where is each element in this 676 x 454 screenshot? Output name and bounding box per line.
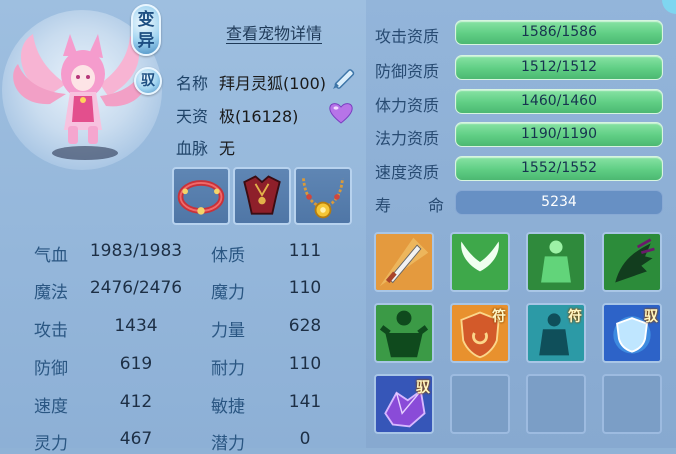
dark-claw-skill-icon <box>604 234 660 290</box>
skill-badge-talisman: 符 <box>492 309 506 325</box>
stat-value-spirit: 467 <box>119 429 153 449</box>
equipment-slot-necklace[interactable] <box>294 167 352 225</box>
stat-label-attack: 攻击 <box>34 321 68 341</box>
aptitude-bar-stamina: 1460/1460 <box>455 89 663 114</box>
skill-slot-6[interactable]: 符 <box>450 303 510 363</box>
stat-value-agility: 141 <box>288 392 322 412</box>
aptitude-bar-speed: 1552/1552 <box>455 156 663 181</box>
collar-icon <box>177 180 225 215</box>
stat-value-speed: 412 <box>119 392 153 412</box>
necklace-icon <box>302 178 344 219</box>
giant-strength-skill-icon <box>376 305 432 361</box>
stat-value-hp: 1983/1983 <box>89 241 183 261</box>
sword-strike-skill-icon <box>376 234 432 290</box>
lifespan-label-2: 命 <box>428 196 445 215</box>
lifespan-bar: 5234 <box>455 190 663 215</box>
aptitude-value-defense: 1512/1512 <box>521 59 597 75</box>
stat-label-defense: 防御 <box>34 359 68 379</box>
skill-slot-7[interactable]: 符 <box>526 303 586 363</box>
lifespan-label-1: 寿 <box>375 196 392 215</box>
stat-value-constitution: 111 <box>288 241 322 261</box>
aptitude-label-speed: 速度资质 <box>375 163 440 182</box>
skill-slot-4[interactable] <box>602 232 662 292</box>
armor-icon <box>243 175 281 215</box>
aptitude-bar-mana: 1190/1190 <box>455 122 663 147</box>
lifespan-value: 5234 <box>541 194 577 210</box>
stat-label-endurance: 耐力 <box>211 359 245 379</box>
skill-slot-8[interactable]: 驭 <box>602 303 662 363</box>
stat-label-spirit: 灵力 <box>34 434 68 454</box>
name-value: 拜月灵狐(100) <box>219 74 327 93</box>
transform-label-2: 异 <box>137 31 155 51</box>
skill-slot-9[interactable]: 驭 <box>374 374 434 434</box>
skill-slot-1[interactable] <box>374 232 434 292</box>
stat-value-strength: 628 <box>288 316 322 336</box>
stat-value-endurance: 110 <box>288 354 322 374</box>
stat-value-defense: 619 <box>119 354 153 374</box>
aptitude-value-speed: 1552/1552 <box>521 160 597 176</box>
equipment-slot-armor[interactable] <box>233 167 291 225</box>
transform-button[interactable]: 变 异 <box>131 4 161 56</box>
green-body-skill-icon <box>528 234 584 290</box>
skill-badge-domesticate: 驭 <box>644 309 658 325</box>
stat-label-potential: 潜力 <box>211 434 245 454</box>
skill-badge-talisman-2: 符 <box>568 309 582 325</box>
transform-label-1: 变 <box>137 10 155 30</box>
stat-label-agility: 敏捷 <box>211 397 245 417</box>
aptitude-bar-attack: 1586/1586 <box>455 20 663 45</box>
stat-label-mp: 魔法 <box>34 283 68 303</box>
skill-slot-5[interactable] <box>374 303 434 363</box>
edit-name-icon[interactable] <box>330 66 356 92</box>
wings-skill-icon <box>452 234 508 290</box>
stat-label-speed: 速度 <box>34 397 68 417</box>
stat-label-hp: 气血 <box>34 246 68 266</box>
view-pet-details-link[interactable]: 查看宠物详情 <box>210 20 338 44</box>
aptitude-label-attack: 攻击资质 <box>375 27 440 46</box>
skill-badge-domesticate-2: 驭 <box>416 380 430 396</box>
stat-label-constitution: 体质 <box>211 246 245 266</box>
stat-value-magic: 110 <box>288 278 322 298</box>
skill-slot-empty-2[interactable] <box>526 374 586 434</box>
stat-value-attack: 1434 <box>114 316 158 336</box>
bloodline-label: 血脉 <box>176 139 209 158</box>
talent-label: 天资 <box>176 107 209 126</box>
bloodline-value: 无 <box>219 139 236 158</box>
aptitude-value-attack: 1586/1586 <box>521 24 597 40</box>
stat-label-strength: 力量 <box>211 321 245 341</box>
aptitude-label-mana: 法力资质 <box>375 129 440 148</box>
aptitude-value-stamina: 1460/1460 <box>521 93 597 109</box>
skill-slot-2[interactable] <box>450 232 510 292</box>
domesticate-button[interactable]: 驭 <box>134 67 162 95</box>
stat-label-magic: 魔力 <box>211 283 245 303</box>
skill-slot-3[interactable] <box>526 232 586 292</box>
equipment-slot-collar[interactable] <box>172 167 230 225</box>
skill-slot-empty-1[interactable] <box>450 374 510 434</box>
talent-value: 极(16128) <box>219 107 299 126</box>
aptitude-value-mana: 1190/1190 <box>521 126 597 142</box>
name-label: 名称 <box>176 74 209 93</box>
aptitude-label-defense: 防御资质 <box>375 62 440 81</box>
heart-icon[interactable] <box>328 101 354 125</box>
stat-value-potential: 0 <box>299 429 311 449</box>
stat-value-mp: 2476/2476 <box>89 278 183 298</box>
aptitude-bar-defense: 1512/1512 <box>455 55 663 80</box>
aptitude-label-stamina: 体力资质 <box>375 96 440 115</box>
skill-slot-empty-3[interactable] <box>602 374 662 434</box>
